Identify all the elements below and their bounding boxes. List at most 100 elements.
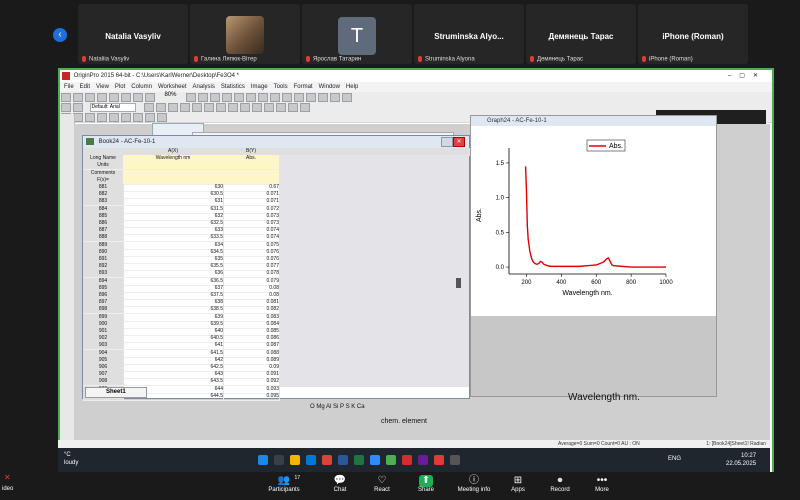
results-log-icon[interactable] [293, 93, 304, 102]
file-explorer-icon[interactable] [290, 455, 300, 465]
menu-item[interactable]: Worksheet [158, 84, 187, 90]
react-button[interactable]: ♡ React [362, 475, 402, 493]
gallery-prev-arrow-icon[interactable]: ‹ [53, 28, 67, 42]
table-cell[interactable]: 0.095 [223, 392, 280, 401]
menu-item[interactable]: Format [294, 84, 313, 90]
sheet-tab[interactable]: Sheet1 [106, 389, 126, 395]
apps-button[interactable]: ⊞ Apps [498, 475, 538, 493]
greek-icon[interactable] [215, 103, 226, 112]
word-icon[interactable] [338, 455, 348, 465]
command-window-icon[interactable] [317, 93, 328, 102]
draw-data-icon[interactable] [109, 113, 119, 122]
mask-icon[interactable] [97, 113, 107, 122]
line-style-icon[interactable] [263, 103, 274, 112]
participant-tile[interactable]: T Ярослав Татарин [302, 4, 412, 64]
italic-icon[interactable] [167, 103, 178, 112]
symbol-icon[interactable] [287, 103, 298, 112]
fill-color-icon[interactable] [239, 103, 250, 112]
zoom-in-icon[interactable] [185, 93, 196, 102]
worksheet-grid[interactable]: A(X) B(Y) Long Name Wavelength nm Abs. Units C… [83, 148, 470, 401]
line-width-icon[interactable] [275, 103, 286, 112]
save-icon[interactable] [85, 93, 95, 102]
text-tool-icon[interactable] [121, 113, 131, 122]
participant-tile[interactable]: iPhone (Roman) iPhone (Roman) [638, 4, 748, 64]
zoom-level[interactable]: 80% [164, 92, 176, 98]
new-graph-icon[interactable] [221, 93, 232, 102]
menu-item[interactable]: Window [319, 84, 340, 90]
subscript-icon[interactable] [203, 103, 214, 112]
participant-tile[interactable]: Natalia Vasyliv Nataliia Vasyliv [78, 4, 188, 64]
font-size-icon[interactable] [143, 103, 154, 112]
app-icon[interactable] [386, 455, 396, 465]
window-controls[interactable]: –▢✕ [728, 70, 766, 82]
menu-item[interactable]: File [64, 84, 74, 90]
menu-item[interactable]: Image [251, 84, 268, 90]
zoom-out-icon[interactable] [197, 93, 208, 102]
spectrum-chart[interactable]: 200 400 600 800 1000 0.0 0.5 1.0 1.5 Wavelength n… [471, 126, 716, 316]
screen-reader-icon[interactable] [85, 113, 95, 122]
align-icon[interactable] [73, 103, 83, 112]
print-icon[interactable] [97, 93, 107, 102]
scrollbar-thumb[interactable] [456, 278, 461, 288]
new-matrix-icon[interactable] [233, 93, 244, 102]
more-button[interactable]: ••• More [582, 475, 622, 493]
code-builder-icon[interactable] [329, 93, 340, 102]
new-project-icon[interactable] [61, 93, 71, 102]
copy-icon[interactable] [133, 93, 143, 102]
language-indicator[interactable]: ENG [668, 456, 681, 462]
line-color-icon[interactable] [251, 103, 262, 112]
project-explorer-icon[interactable] [305, 93, 316, 102]
menu-item[interactable]: Help [346, 84, 358, 90]
weather-widget[interactable]: °C loudy [64, 451, 78, 467]
app-icon[interactable] [450, 455, 460, 465]
chrome-icon[interactable] [322, 455, 332, 465]
paste-icon[interactable] [145, 93, 155, 102]
minimize-button[interactable] [441, 137, 453, 147]
acrobat-icon[interactable] [434, 455, 444, 465]
line-tool-icon[interactable] [145, 113, 155, 122]
video-button-label[interactable]: ideo [2, 486, 13, 492]
script-icon[interactable] [281, 93, 292, 102]
participant-tile[interactable]: Struminska Alyo... Struminska Alyona [414, 4, 524, 64]
clock[interactable]: 10:27 22.05.2025 [726, 452, 756, 468]
new-notes-icon[interactable] [257, 93, 268, 102]
new-function-icon[interactable] [245, 93, 256, 102]
pointer-icon[interactable] [61, 103, 71, 112]
rectangle-tool-icon[interactable] [157, 113, 167, 122]
arrow-tool-icon[interactable] [133, 113, 143, 122]
graph-window[interactable]: Graph24 - AC-Fe-10-1 200 400 600 800 1000 0.0… [470, 115, 717, 397]
meeting-info-button[interactable]: ⓘ Meeting info [454, 475, 494, 493]
zoom-icon[interactable] [370, 455, 380, 465]
menu-item[interactable]: View [96, 84, 109, 90]
excel-icon[interactable] [354, 455, 364, 465]
new-workbook-icon[interactable] [209, 93, 220, 102]
chat-button[interactable]: 💬 Chat [320, 475, 360, 493]
origin-taskbar-icon[interactable] [402, 455, 412, 465]
edge-icon[interactable] [306, 455, 316, 465]
font-select[interactable]: Default: Arial [90, 103, 137, 112]
apps-icon[interactable] [341, 93, 352, 102]
menu-item[interactable]: Plot [115, 84, 125, 90]
participant-tile[interactable]: Галина Ляпюк-Вітер [190, 4, 300, 64]
record-button[interactable]: ⏺ Record [540, 475, 580, 493]
menu-item[interactable]: Statistics [221, 84, 245, 90]
menu-item[interactable]: Analysis [193, 84, 215, 90]
menu-item[interactable]: Edit [80, 84, 90, 90]
start-icon[interactable] [258, 455, 268, 465]
bold-icon[interactable] [155, 103, 166, 112]
workbook-window[interactable]: Book24 - AC-Fe-10-1 ✕ A(X) B(Y) Long Name W… [82, 135, 470, 401]
search-icon[interactable] [274, 455, 284, 465]
app-icon[interactable] [418, 455, 428, 465]
share-button[interactable]: ⬆ Share [406, 475, 446, 493]
superscript-icon[interactable] [191, 103, 202, 112]
pattern-icon[interactable] [299, 103, 310, 112]
import-icon[interactable] [121, 93, 131, 102]
refresh-icon[interactable] [109, 93, 119, 102]
video-off-icon[interactable]: ✕ [4, 474, 12, 482]
layout-icon[interactable] [269, 93, 280, 102]
menu-item[interactable]: Column [131, 84, 152, 90]
menu-item[interactable]: Tools [274, 84, 288, 90]
participants-button[interactable]: 👥 Participants 17 [264, 475, 304, 493]
close-icon[interactable]: ✕ [453, 137, 465, 147]
font-color-icon[interactable] [227, 103, 238, 112]
